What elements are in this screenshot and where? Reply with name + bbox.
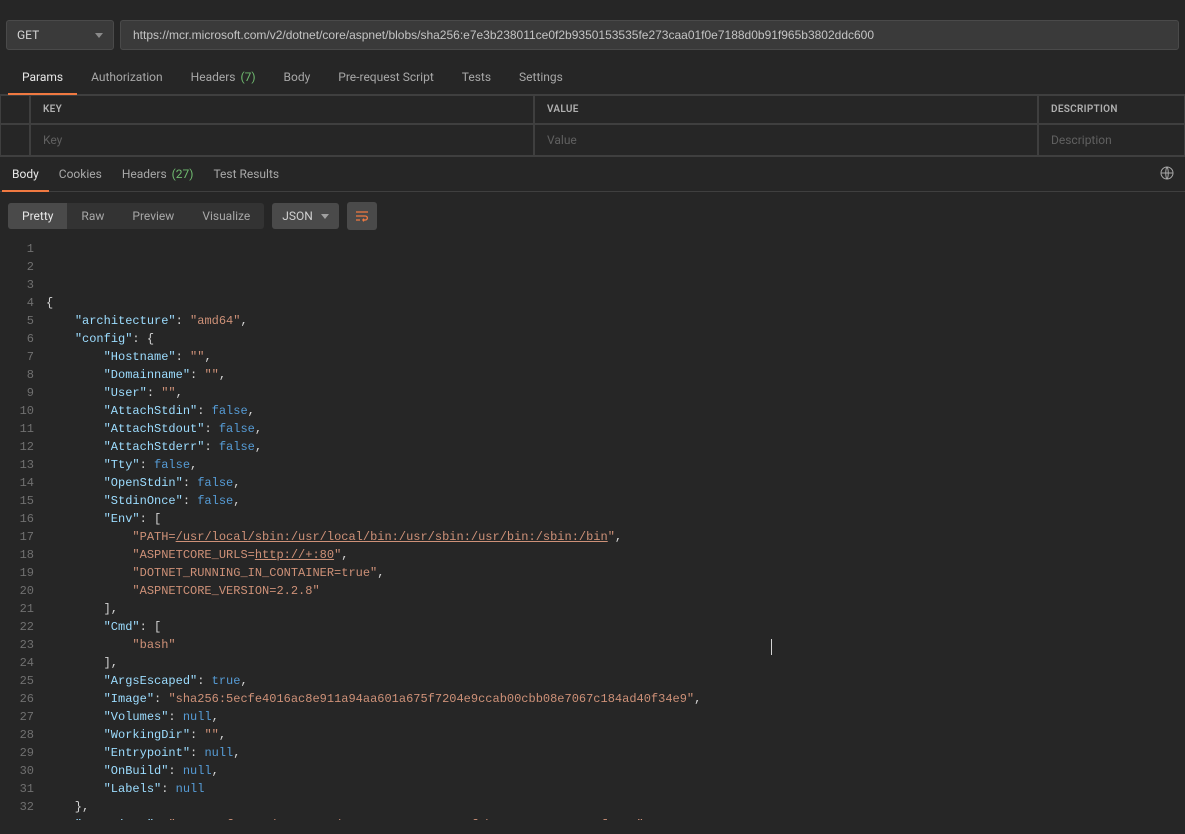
tab-label: Headers bbox=[122, 167, 167, 181]
tab-label: Test Results bbox=[213, 167, 279, 181]
checkbox-cell[interactable] bbox=[0, 124, 30, 156]
tab-label: Settings bbox=[519, 70, 563, 84]
tab-count: (7) bbox=[240, 70, 255, 84]
http-method-value: GET bbox=[17, 28, 39, 42]
column-value: VALUE bbox=[534, 95, 1038, 124]
tab-settings[interactable]: Settings bbox=[505, 60, 577, 94]
wrap-lines-button[interactable] bbox=[347, 202, 377, 230]
tab-headers[interactable]: Headers (7) bbox=[177, 60, 270, 94]
column-key: KEY bbox=[30, 95, 534, 124]
tab-label: Cookies bbox=[59, 167, 102, 181]
value-input[interactable]: Value bbox=[534, 124, 1038, 156]
format-select[interactable]: JSON bbox=[272, 203, 339, 229]
checkbox-header bbox=[0, 95, 30, 124]
chevron-down-icon bbox=[95, 33, 103, 38]
column-description: DESCRIPTION bbox=[1038, 95, 1185, 124]
tab-label: Body bbox=[12, 167, 39, 181]
line-gutter: 1234567891011121314151617181920212223242… bbox=[0, 240, 46, 820]
url-input[interactable] bbox=[120, 20, 1179, 50]
description-input[interactable]: Description bbox=[1038, 124, 1185, 156]
view-raw[interactable]: Raw bbox=[67, 203, 118, 229]
response-body[interactable]: 1234567891011121314151617181920212223242… bbox=[0, 240, 1185, 820]
resp-tab-headers[interactable]: Headers (27) bbox=[112, 157, 204, 191]
tab-authorization[interactable]: Authorization bbox=[77, 60, 177, 94]
tab-label: Body bbox=[284, 70, 311, 84]
view-mode-group: Pretty Raw Preview Visualize bbox=[8, 203, 264, 229]
code-content[interactable]: { "architecture": "amd64", "config": { "… bbox=[46, 240, 1185, 820]
tab-label: Pre-request Script bbox=[338, 70, 433, 84]
params-table: KEY VALUE DESCRIPTION Key Value Descript… bbox=[0, 95, 1185, 157]
request-tabs: Params Authorization Headers (7) Body Pr… bbox=[0, 60, 1185, 95]
resp-tab-cookies[interactable]: Cookies bbox=[49, 157, 112, 191]
tab-label: Tests bbox=[462, 70, 491, 84]
resp-tab-body[interactable]: Body bbox=[2, 157, 49, 191]
tab-label: Headers bbox=[191, 70, 236, 84]
view-pretty[interactable]: Pretty bbox=[8, 203, 67, 229]
response-tabs: Body Cookies Headers (27) Test Results bbox=[0, 157, 1185, 192]
key-input[interactable]: Key bbox=[30, 124, 534, 156]
tab-tests[interactable]: Tests bbox=[448, 60, 505, 94]
text-cursor bbox=[771, 639, 772, 655]
format-value: JSON bbox=[282, 209, 313, 223]
globe-icon[interactable] bbox=[1159, 165, 1175, 184]
tab-label: Params bbox=[22, 70, 63, 84]
view-visualize[interactable]: Visualize bbox=[188, 203, 264, 229]
http-method-select[interactable]: GET bbox=[6, 20, 114, 50]
tab-count: (27) bbox=[172, 167, 194, 181]
view-preview[interactable]: Preview bbox=[118, 203, 188, 229]
resp-tab-results[interactable]: Test Results bbox=[203, 157, 289, 191]
tab-label: Authorization bbox=[91, 70, 163, 84]
tab-body[interactable]: Body bbox=[270, 60, 325, 94]
chevron-down-icon bbox=[321, 214, 329, 219]
tab-prerequest[interactable]: Pre-request Script bbox=[324, 60, 447, 94]
tab-params[interactable]: Params bbox=[8, 60, 77, 94]
